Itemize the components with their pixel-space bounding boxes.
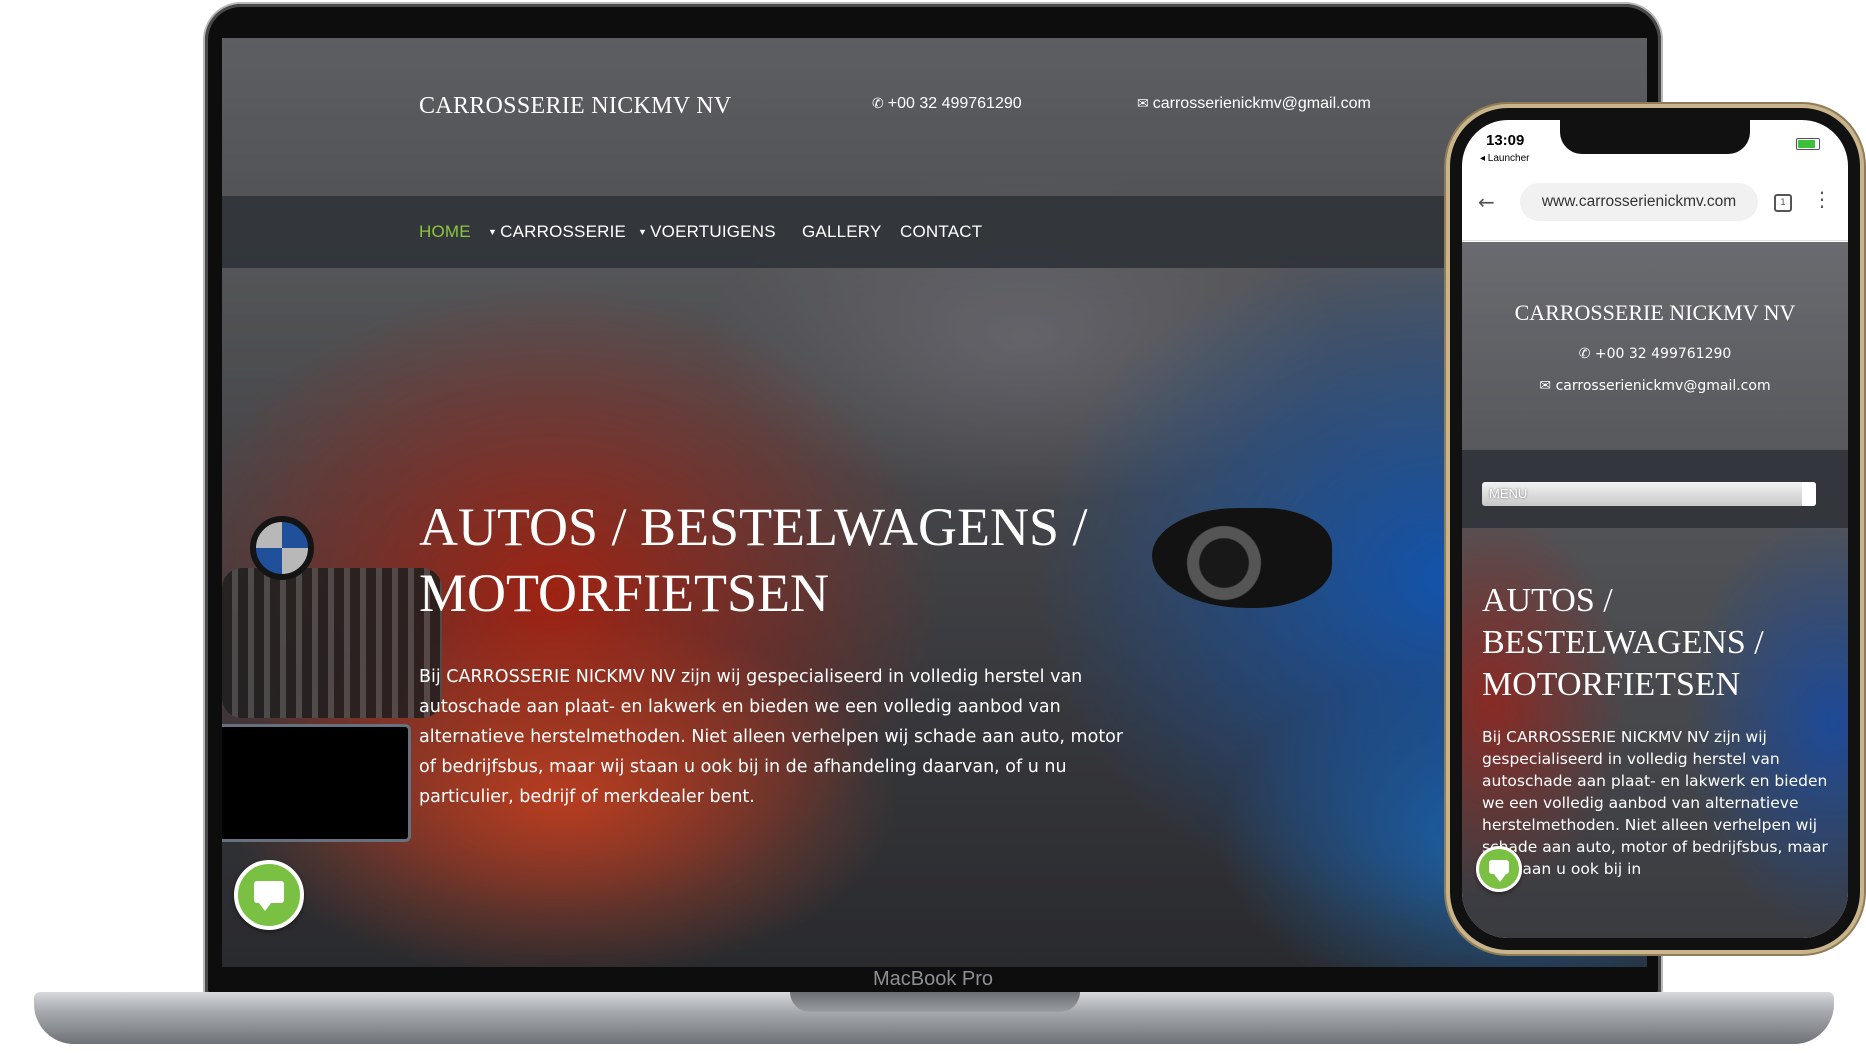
url-bar[interactable]: www.carrosserienickmv.com — [1520, 183, 1758, 221]
nav-carrosserie[interactable]: ▼ CARROSSERIE — [488, 222, 626, 242]
phone-header-email[interactable]: ✉ carrosserienickmv@gmail.com — [1462, 378, 1848, 394]
phone-navigation: MENU — [1462, 450, 1848, 528]
phone-header-email-text: carrosserienickmv@gmail.com — [1555, 378, 1771, 394]
hero-title: AUTOS / BESTELWAGENS / MOTORFIETSEN — [419, 494, 1099, 626]
phone-notch — [1560, 120, 1750, 154]
overflow-menu-icon[interactable]: ⋮ — [1812, 187, 1832, 211]
header-email[interactable]: ✉ carrosserienickmv@gmail.com — [1137, 95, 1371, 113]
phone-header-phone-text: +00 32 499761290 — [1594, 346, 1732, 362]
caret-down-icon: ▼ — [638, 227, 648, 237]
laptop-screen: CARROSSERIE NICKMV NV ✆ +00 32 499761290 … — [222, 38, 1647, 967]
nav-voertuigens[interactable]: ▼ VOERTUIGENS — [638, 222, 776, 242]
phone-screen: 13:09 ◂ Launcher ← www.carrosserienickmv… — [1462, 120, 1848, 938]
envelope-icon: ✉ — [1539, 378, 1556, 394]
hero-description: Bij CARROSSERIE NICKMV NV zijn wij gespe… — [419, 667, 1124, 807]
nav-home[interactable]: HOME — [419, 222, 471, 242]
nav-gallery[interactable]: GALLERY — [802, 222, 882, 242]
nav-voertuigens-label: VOERTUIGENS — [650, 222, 776, 241]
header-email-text: carrosserienickmv@gmail.com — [1152, 95, 1371, 112]
menu-button-label: MENU — [1489, 486, 1528, 501]
phone-page: CARROSSERIE NICKMV NV ✆ +00 32 499761290… — [1462, 242, 1848, 938]
caret-down-icon: ▼ — [488, 227, 498, 237]
phone-chat-button[interactable] — [1476, 846, 1522, 892]
chat-bubble-icon — [254, 881, 284, 911]
phone-site-title[interactable]: CARROSSERIE NICKMV NV — [1462, 300, 1848, 326]
menu-button-cap — [1802, 482, 1816, 506]
nav-carrosserie-label: CARROSSERIE — [500, 222, 627, 241]
menu-button[interactable]: MENU — [1482, 482, 1816, 506]
phone-icon: ✆ — [1578, 346, 1595, 362]
envelope-icon: ✉ — [1137, 95, 1149, 111]
header-phone[interactable]: ✆ +00 32 499761290 — [872, 95, 1022, 113]
chat-button[interactable] — [234, 860, 304, 930]
header-phone-text: +00 32 499761290 — [887, 95, 1022, 112]
phone-icon: ✆ — [872, 95, 884, 111]
main-navigation: HOME ▼ CARROSSERIE ▼ VOERTUIGENS GALLERY C… — [222, 196, 1647, 268]
status-back-to-app[interactable]: ◂ Launcher — [1480, 153, 1530, 164]
nav-contact[interactable]: CONTACT — [900, 222, 982, 242]
phone-hero-description: Bij CARROSSERIE NICKMV NV zijn wij gespe… — [1482, 728, 1828, 878]
laptop-brand-label: MacBook Pro — [872, 968, 994, 990]
tabs-icon[interactable]: 1 — [1774, 194, 1792, 212]
hero-title-line1: AUTOS / BESTELWAGENS / — [419, 497, 1088, 557]
laptop-notch — [790, 992, 1080, 1012]
battery-icon — [1796, 138, 1820, 150]
back-arrow-icon[interactable]: ← — [1478, 190, 1495, 214]
browser-toolbar: ← www.carrosserienickmv.com 1 ⋮ — [1462, 170, 1848, 241]
phone-hero-title: AUTOS / BESTELWAGENS / MOTORFIETSEN — [1482, 582, 1764, 703]
site-title[interactable]: CARROSSERIE NICKMV NV — [419, 93, 732, 120]
phone-header-phone[interactable]: ✆ +00 32 499761290 — [1462, 346, 1848, 362]
hero-title-line2: MOTORFIETSEN — [419, 563, 830, 623]
chat-bubble-icon — [1489, 860, 1509, 882]
status-time: 13:09 — [1486, 132, 1525, 149]
